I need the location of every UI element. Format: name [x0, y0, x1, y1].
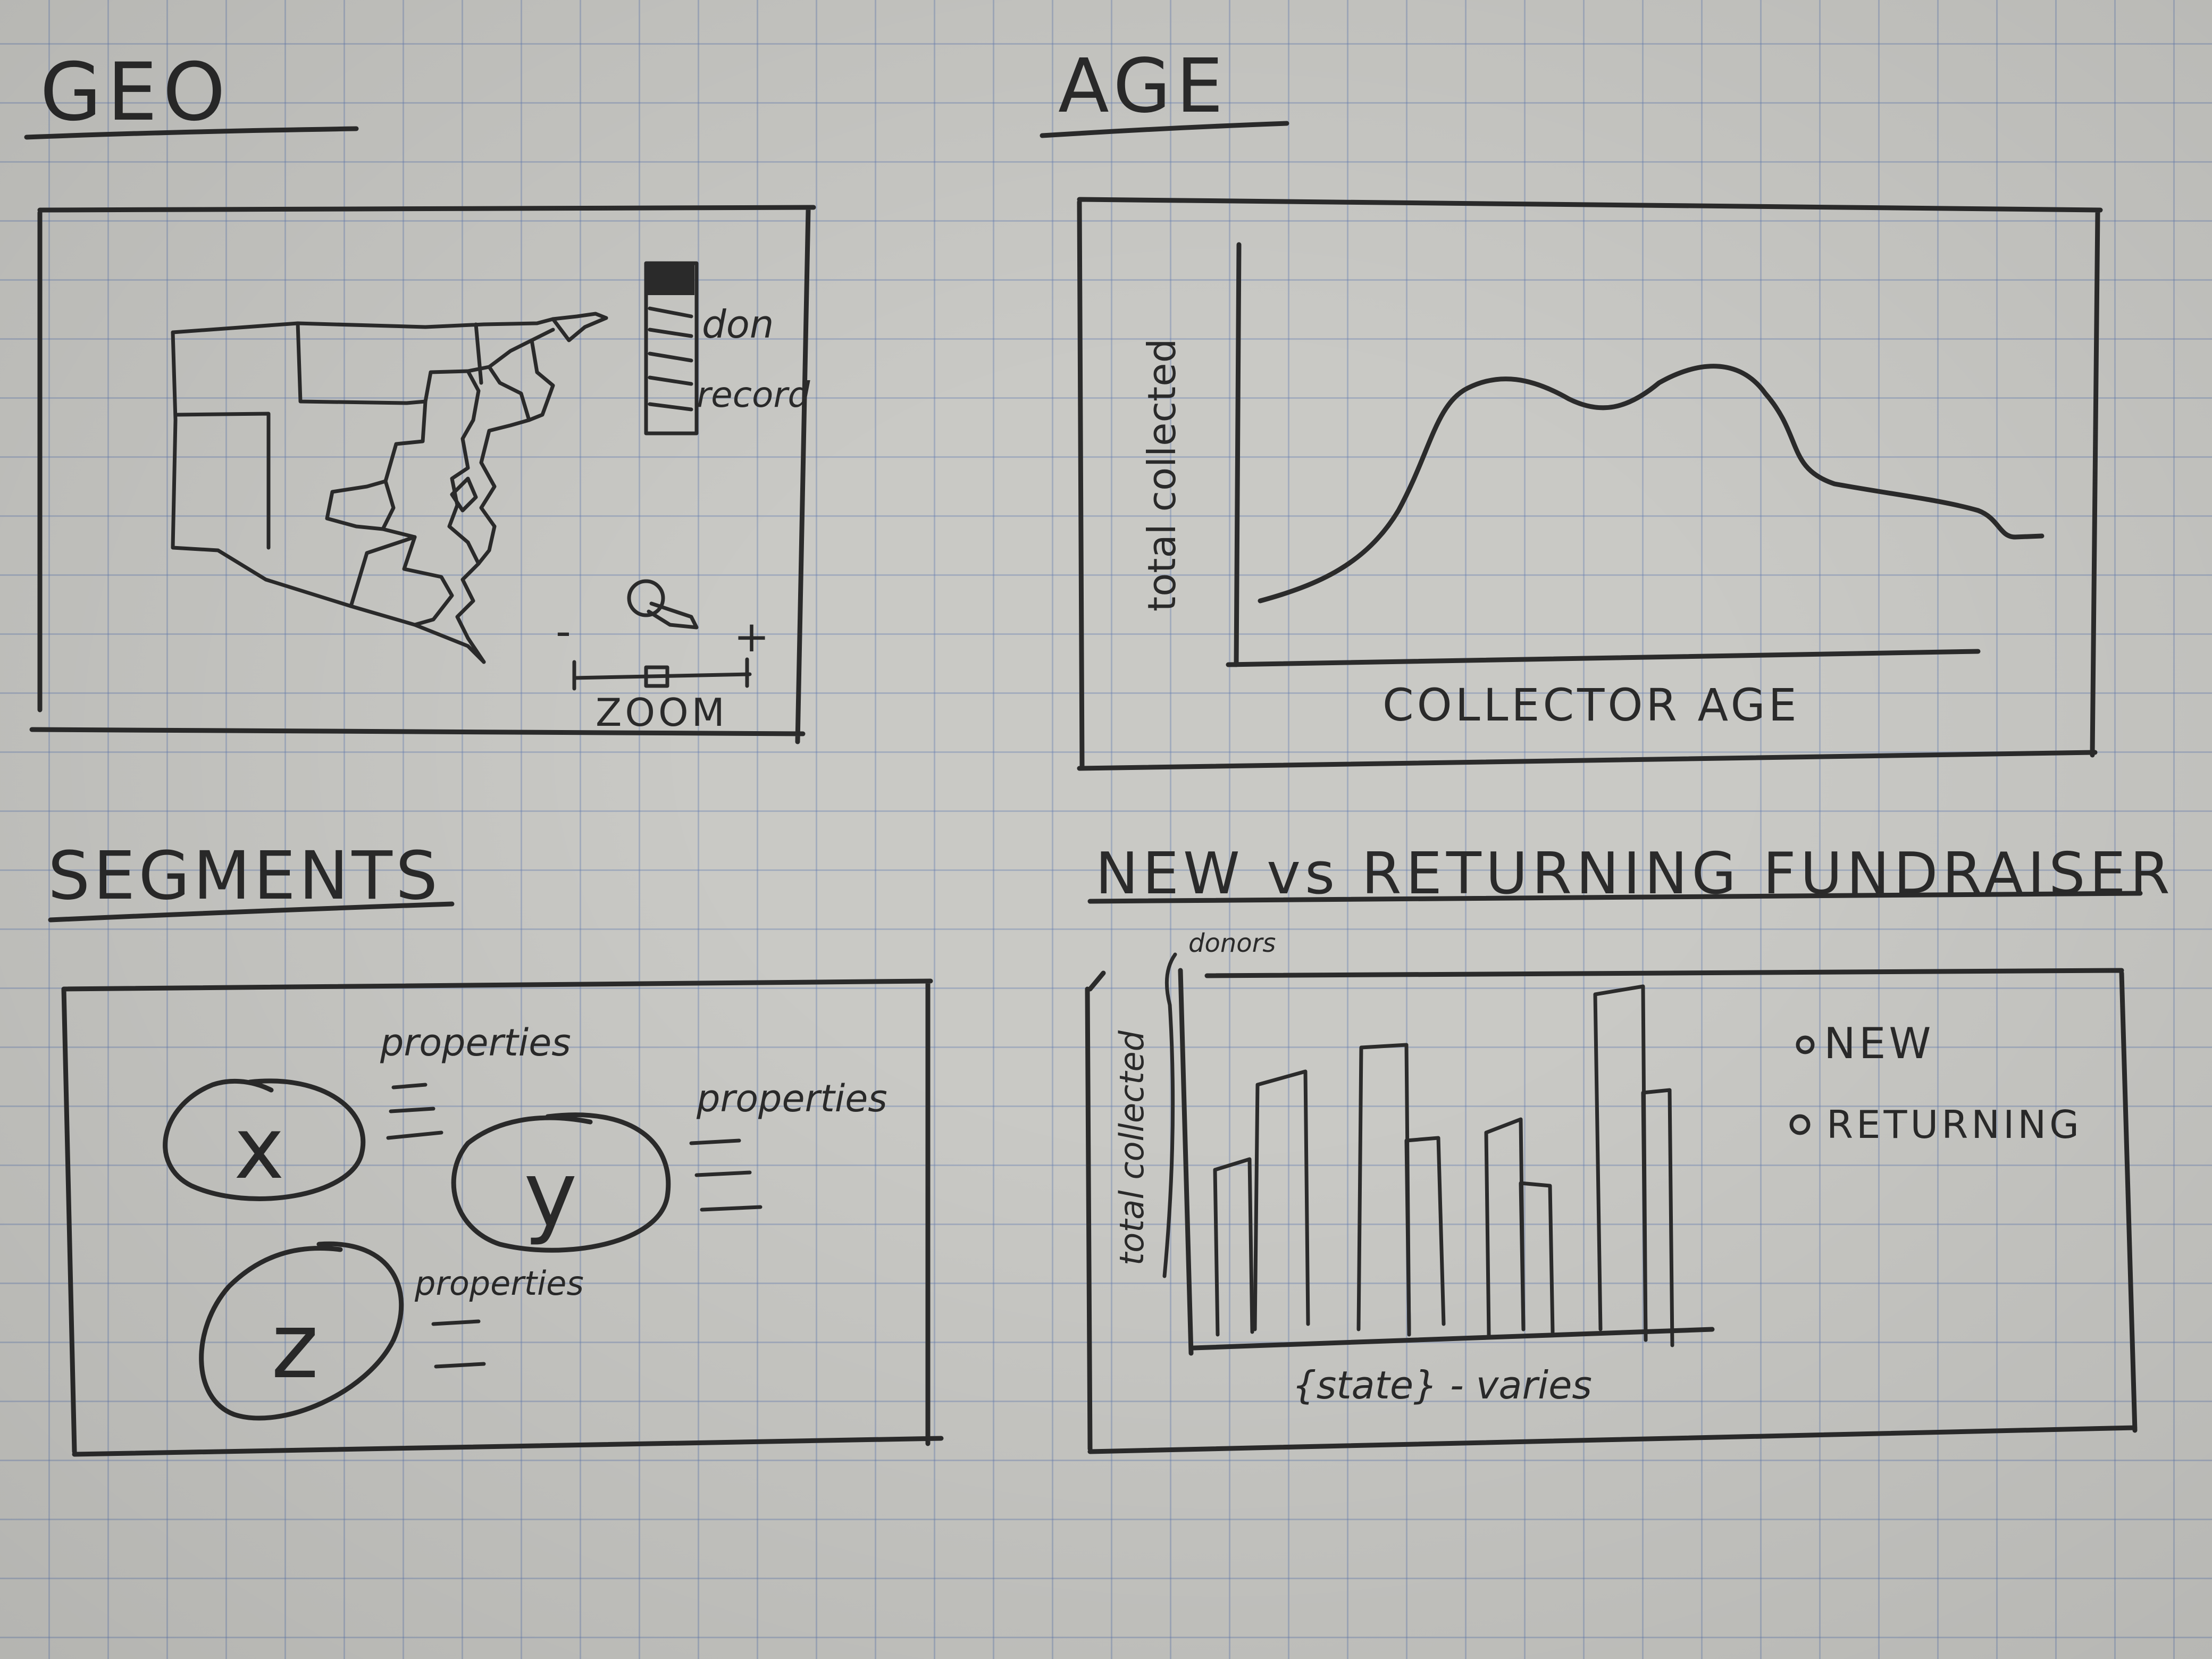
zoom-slider-track[interactable] — [572, 672, 752, 680]
geo-zoom-control[interactable]: - + ZOOM — [556, 607, 769, 735]
age-curve — [1258, 364, 2045, 604]
new-vs-returning-panel-frame — [1085, 968, 2138, 1454]
geo-title: GEO — [40, 46, 231, 139]
segment-y[interactable]: y properties — [451, 1077, 887, 1253]
age-title: AGE — [1058, 43, 1228, 130]
new-vs-returning-ylabel: total collected — [1112, 1030, 1151, 1266]
sketch-canvas: GEO don record - + ZOOM AGE total collec… — [24, 43, 2170, 1457]
segment-y-properties-label: properties — [696, 1077, 887, 1120]
pan-icon[interactable] — [627, 579, 665, 617]
bar — [1213, 1157, 1254, 1337]
geo-panel: GEO don record - + ZOOM — [24, 46, 816, 744]
age-axes — [1226, 242, 1981, 667]
geo-legend: don record — [644, 261, 811, 435]
legend-returning-marker — [1789, 1114, 1811, 1135]
geo-legend-label-2: record — [697, 374, 811, 415]
geo-legend-label-1: don — [702, 302, 774, 347]
geo-pan-control[interactable] — [627, 579, 699, 630]
age-ylabel: total collected — [1139, 339, 1184, 611]
bar — [1253, 1069, 1310, 1331]
zoom-plus-label[interactable]: + — [734, 612, 769, 661]
age-panel: AGE total collected COLLECTOR AGE — [1040, 43, 2103, 771]
segments-panel: SEGMENTS x properties y properties z pro… — [48, 837, 944, 1457]
legend-new-label: NEW — [1824, 1019, 1934, 1068]
new-vs-returning-panel: NEW vs RETURNING FUNDRAISER total collec… — [1085, 841, 2170, 1454]
age-xlabel: COLLECTOR AGE — [1382, 679, 1800, 731]
new-vs-returning-xlabel: {state} - varies — [1292, 1363, 1592, 1407]
zoom-label: ZOOM — [596, 690, 728, 735]
new-vs-returning-legend: NEW RETURNING — [1789, 1019, 2082, 1147]
segment-x-letter: x — [234, 1099, 284, 1198]
bar — [1593, 984, 1648, 1342]
legend-new-marker — [1796, 1035, 1815, 1054]
bar — [1484, 1117, 1526, 1337]
segment-x-properties-label: properties — [380, 1021, 571, 1065]
geo-legend-dark-end — [648, 263, 694, 295]
bar-chart-bars — [1213, 984, 1674, 1347]
zoom-minus-label[interactable]: - — [556, 607, 571, 656]
segments-title: SEGMENTS — [48, 837, 441, 915]
bar — [1356, 1043, 1411, 1337]
bar — [1404, 1136, 1446, 1331]
bar — [1519, 1181, 1555, 1334]
segment-z[interactable]: z properties — [199, 1241, 584, 1421]
bar-chart-axes — [1178, 968, 1715, 1356]
segment-z-properties-label: properties — [414, 1264, 584, 1303]
segment-z-letter: z — [271, 1294, 319, 1399]
ylabel-brace — [1162, 952, 1177, 1278]
new-vs-returning-ylabel-note: donors — [1188, 928, 1276, 958]
geo-map — [171, 312, 608, 664]
segment-x[interactable]: x properties — [163, 1021, 571, 1201]
segment-y-letter: y — [524, 1142, 577, 1247]
legend-returning-label: RETURNING — [1826, 1102, 2082, 1147]
bar — [1641, 1088, 1674, 1347]
